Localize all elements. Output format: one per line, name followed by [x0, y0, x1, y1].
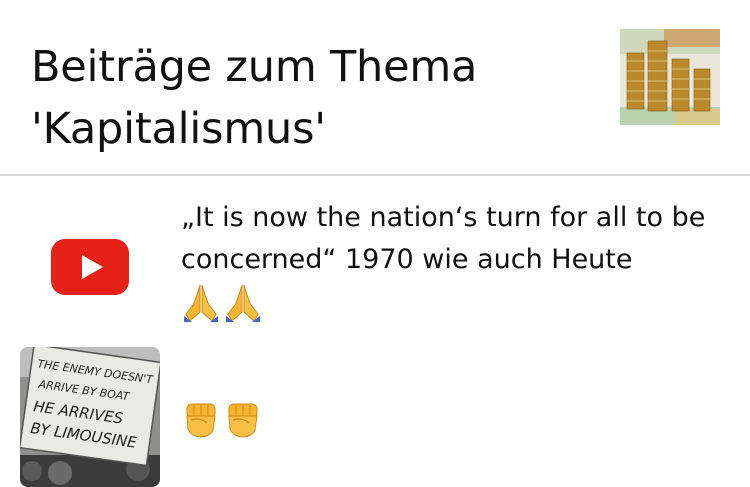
raised-fist-icon [186, 403, 216, 438]
post-text: „It is now the nation‘s turn for all to … [181, 197, 721, 323]
post-item[interactable]: THE ENEMY DOESN'T ARRIVE BY BOAT HE ARRI… [0, 325, 750, 487]
post-text-content: „It is now the nation‘s turn for all to … [181, 202, 706, 275]
video-thumbnail[interactable] [20, 197, 160, 337]
youtube-icon [51, 239, 129, 295]
raised-fist-icon [228, 403, 258, 438]
praying-hands-icon [226, 284, 260, 322]
protest-photo-thumbnail[interactable]: THE ENEMY DOESN'T ARRIVE BY BOAT HE ARRI… [20, 347, 160, 487]
post-item[interactable]: „It is now the nation‘s turn for all to … [0, 177, 750, 325]
page-title: Beiträge zum Thema 'Kapitalismus' [31, 42, 478, 154]
money-coins-thumbnail[interactable] [620, 29, 720, 125]
protest-sign-photo: THE ENEMY DOESN'T ARRIVE BY BOAT HE ARRI… [20, 347, 160, 487]
emoji-row [181, 397, 721, 439]
praying-hands-icon [184, 284, 218, 322]
emoji-row [181, 281, 721, 323]
coins-image [620, 29, 720, 125]
post-text [181, 397, 721, 439]
header: Beiträge zum Thema 'Kapitalismus' [0, 0, 750, 176]
